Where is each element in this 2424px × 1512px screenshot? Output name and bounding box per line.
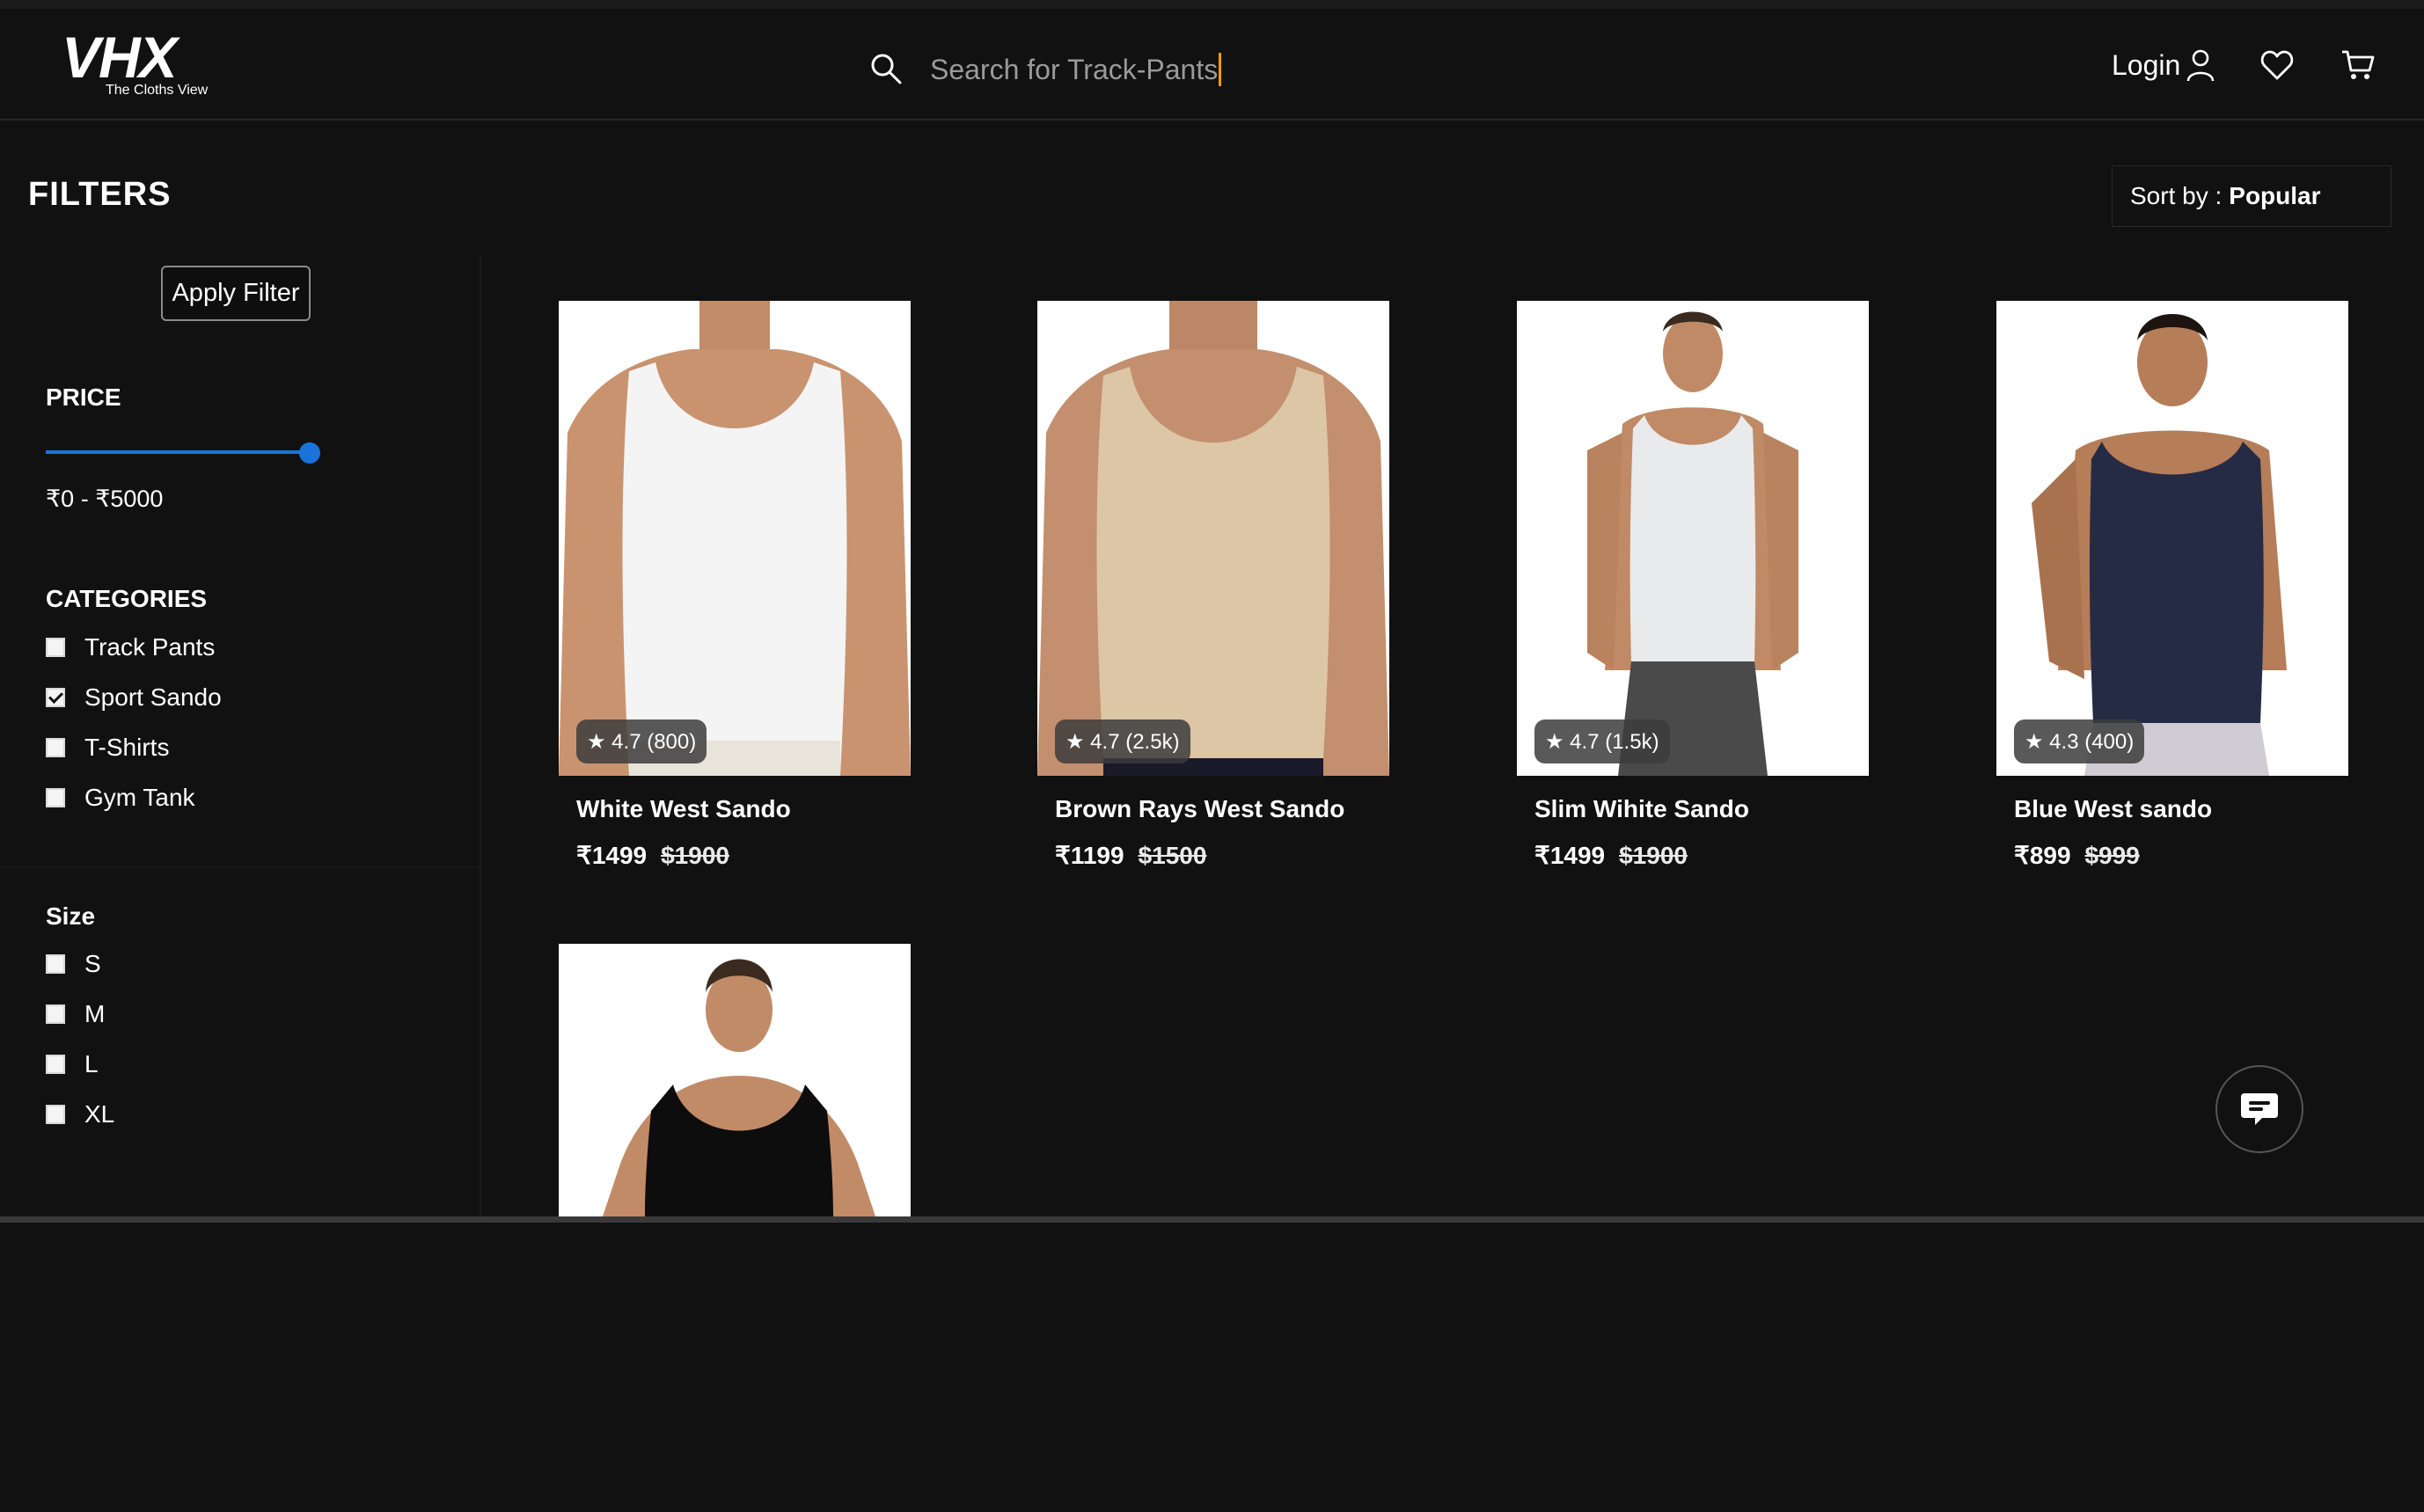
login-button[interactable]: Login — [2112, 46, 2215, 84]
size-m[interactable]: M — [46, 998, 105, 1030]
logo[interactable]: VHX The Cloths View — [62, 28, 229, 99]
filters-title: FILTERS — [28, 176, 172, 213]
chat-button[interactable] — [2215, 1065, 2303, 1153]
bottom-scrollbar[interactable] — [0, 1216, 2424, 1223]
price-title: PRICE — [46, 383, 121, 411]
rating-badge: ★ 4.7 (800) — [576, 719, 707, 763]
login-label: Login — [2112, 48, 2181, 81]
category-label: Gym Tank — [84, 784, 195, 811]
sort-value: Popular — [2229, 182, 2321, 209]
category-label: Sport Sando — [84, 683, 222, 711]
apply-filter-button[interactable]: Apply Filter — [161, 266, 311, 321]
size-label: M — [84, 1000, 106, 1027]
category-t-shirts[interactable]: T-Shirts — [46, 732, 169, 763]
current-price: ₹899 — [2014, 842, 2071, 869]
size-label: L — [84, 1050, 99, 1077]
category-gym-tank[interactable]: Gym Tank — [46, 782, 195, 814]
product-image[interactable]: ★ 4.7 (800) — [559, 301, 911, 776]
checkbox[interactable] — [46, 788, 65, 807]
product-photo-illustration — [1037, 301, 1389, 776]
product-price: ₹899 $999 — [2014, 841, 2140, 870]
rating-badge: ★ 4.7 (1.5k) — [1534, 719, 1670, 763]
current-price: ₹1199 — [1055, 842, 1124, 869]
product-name[interactable]: White West Sando — [576, 795, 791, 823]
rating-badge: ★ 4.3 (400) — [2014, 719, 2145, 763]
product-name[interactable]: Slim Wihite Sando — [1534, 795, 1749, 823]
product-image[interactable]: ★ 4.3 (400) — [1996, 301, 2348, 776]
product-photo-illustration — [559, 301, 911, 776]
product-price: ₹1499 $1900 — [1534, 841, 1688, 870]
checkbox[interactable] — [46, 954, 65, 974]
current-price: ₹1499 — [576, 842, 648, 869]
checkbox[interactable] — [46, 738, 65, 757]
product-image[interactable]: ★ 4.7 (1.5k) — [1517, 301, 1869, 776]
category-sport-sando[interactable]: Sport Sando — [46, 682, 222, 713]
checkbox-checked[interactable] — [46, 688, 65, 707]
site-header: VHX The Cloths View Login — [0, 9, 2424, 121]
heart-icon[interactable] — [2259, 47, 2295, 83]
rating-badge: ★ 4.7 (2.5k) — [1055, 719, 1190, 763]
logo-tagline: The Cloths View — [106, 83, 209, 98]
category-track-pants[interactable]: Track Pants — [46, 632, 215, 663]
chat-icon — [2241, 1093, 2278, 1125]
checkbox[interactable] — [46, 1004, 65, 1024]
section-divider — [0, 866, 480, 868]
product-price: ₹1199 $1500 — [1055, 841, 1206, 870]
price-range: ₹0 - ₹5000 — [46, 486, 164, 512]
cart-icon[interactable] — [2340, 47, 2376, 83]
size-label: XL — [84, 1100, 115, 1128]
original-price: $999 — [2084, 842, 2140, 869]
original-price: $1500 — [1138, 842, 1207, 869]
sort-dropdown[interactable]: Sort by : Popular — [2112, 165, 2391, 227]
checkbox[interactable] — [46, 638, 65, 657]
size-s[interactable]: S — [46, 948, 101, 980]
search-input[interactable] — [928, 47, 1310, 91]
product-price — [576, 1484, 590, 1512]
top-strip — [0, 0, 2424, 9]
product-name[interactable]: Blue West sando — [2014, 795, 2212, 823]
product-photo-illustration — [559, 944, 911, 1216]
category-label: T-Shirts — [84, 734, 170, 761]
size-title: Size — [46, 902, 96, 930]
search-icon[interactable] — [868, 51, 904, 86]
search-bar — [858, 35, 1315, 102]
logo-mark: VHX — [62, 25, 178, 90]
price-slider-track[interactable] — [46, 450, 310, 454]
sidebar-divider — [480, 255, 481, 1223]
original-price: $1900 — [1619, 842, 1688, 869]
category-label: Track Pants — [84, 633, 216, 661]
product-name[interactable]: Brown Rays West Sando — [1055, 795, 1344, 823]
checkbox[interactable] — [46, 1055, 65, 1074]
product-image[interactable]: ★ 4.7 (2.5k) — [1037, 301, 1389, 776]
size-xl[interactable]: XL — [46, 1099, 114, 1130]
categories-title: CATEGORIES — [46, 585, 208, 612]
sort-label: Sort by : — [2130, 182, 2223, 209]
checkbox[interactable] — [46, 1105, 65, 1124]
product-price: ₹1499 $1900 — [576, 841, 729, 870]
size-l[interactable]: L — [46, 1048, 99, 1080]
price-slider-handle[interactable] — [299, 442, 320, 464]
product-photo-illustration — [1517, 301, 1869, 776]
current-price: ₹1499 — [1534, 842, 1606, 869]
product-photo-illustration — [1996, 301, 2348, 776]
original-price: $1900 — [661, 842, 729, 869]
product-image[interactable] — [559, 944, 911, 1216]
user-icon — [2186, 49, 2215, 82]
text-caret — [1219, 53, 1221, 86]
size-label: S — [84, 950, 101, 977]
